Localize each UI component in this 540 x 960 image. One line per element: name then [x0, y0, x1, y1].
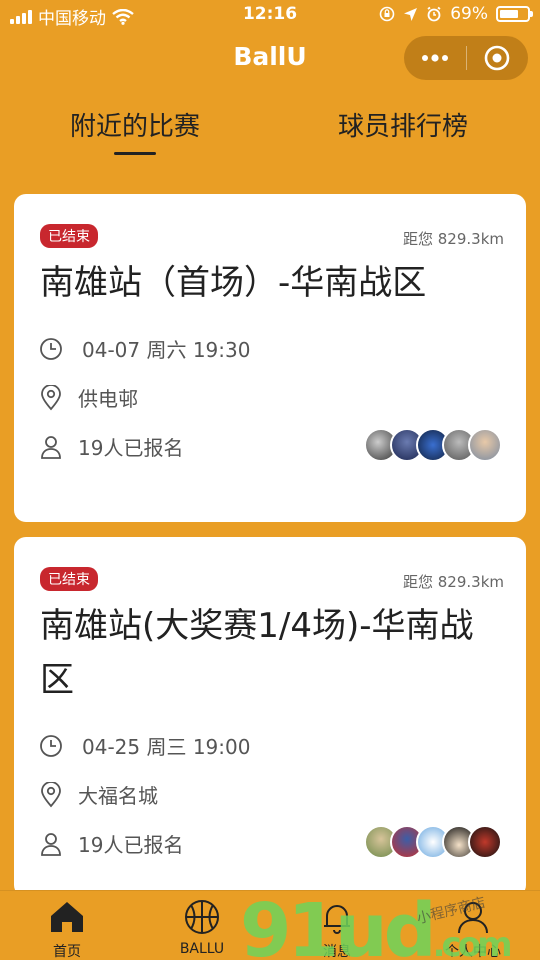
- match-datetime: 04-07 周六 19:30: [82, 338, 251, 362]
- status-bar: 中国移动 12:16 69%: [0, 0, 540, 30]
- alarm-icon: [427, 6, 441, 22]
- mini-program-capsule: [404, 36, 528, 80]
- match-card[interactable]: 已结束 距您 829.3km 南雄站（首场）-华南战区 04-07 周六 19:…: [14, 194, 526, 522]
- distance-label: 距您 829.3km: [402, 230, 504, 248]
- navigation-bar: BallU: [0, 30, 540, 88]
- match-signups-row: 19人已报名: [38, 829, 183, 858]
- match-venue-row: 大福名城: [38, 780, 158, 809]
- tabbar-home-label: 首页: [53, 944, 81, 960]
- clock-icon: [38, 336, 64, 362]
- clock-icon: [38, 733, 64, 759]
- match-signups-row: 19人已报名: [38, 432, 183, 461]
- tabbar-home[interactable]: 首页: [12, 899, 122, 960]
- tab-nearby-matches[interactable]: 附近的比赛: [70, 106, 200, 143]
- participant-avatars[interactable]: [364, 825, 502, 859]
- match-datetime: 04-25 周三 19:00: [82, 735, 251, 759]
- avatar: [468, 428, 502, 462]
- match-title: 南雄站（首场）-华南战区: [40, 263, 427, 303]
- more-button[interactable]: [404, 36, 466, 80]
- home-icon: [12, 899, 122, 935]
- participant-avatars[interactable]: [364, 428, 502, 462]
- match-title: 南雄站(大奖赛1/4场)-华南战区: [40, 606, 474, 700]
- person-icon: [38, 831, 64, 857]
- match-datetime-row: 04-07 周六 19:30: [38, 334, 250, 363]
- match-signups: 19人已报名: [78, 436, 184, 460]
- close-button[interactable]: [466, 36, 528, 80]
- rotation-lock-icon: [379, 6, 395, 22]
- match-venue: 大福名城: [78, 784, 158, 808]
- match-signups: 19人已报名: [78, 833, 184, 857]
- avatar: [468, 825, 502, 859]
- match-venue-row: 供电邨: [38, 383, 138, 412]
- status-badge: 已结束: [40, 567, 98, 591]
- location-arrow-icon: [404, 7, 418, 21]
- top-tabs: 附近的比赛 球员排行榜: [0, 88, 540, 168]
- active-tab-indicator: [114, 152, 156, 155]
- location-pin-icon: [38, 781, 64, 808]
- match-venue: 供电邨: [78, 387, 138, 411]
- location-pin-icon: [38, 384, 64, 411]
- battery-percent: 69%: [450, 4, 488, 24]
- person-icon: [38, 434, 64, 460]
- more-dots-icon: [421, 54, 448, 62]
- status-badge: 已结束: [40, 224, 98, 248]
- target-circle-icon: [484, 45, 510, 71]
- distance-label: 距您 829.3km: [402, 573, 504, 591]
- tab-player-ranking[interactable]: 球员排行榜: [338, 106, 468, 143]
- battery-icon: [496, 6, 533, 22]
- match-card[interactable]: 已结束 距您 829.3km 南雄站(大奖赛1/4场)-华南战区 04-25 周…: [14, 537, 526, 897]
- match-datetime-row: 04-25 周三 19:00: [38, 731, 250, 760]
